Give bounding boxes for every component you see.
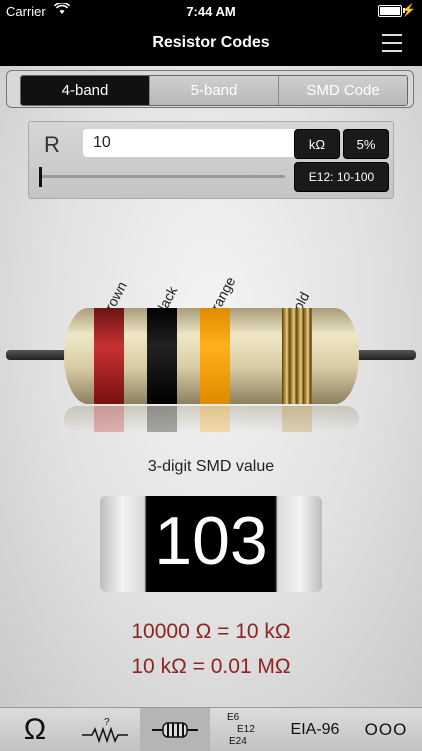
- unit-button[interactable]: kΩ: [294, 129, 340, 159]
- segment-5-band[interactable]: 5-band: [149, 76, 278, 105]
- color-band-1[interactable]: [94, 308, 124, 404]
- tab-resistor[interactable]: [140, 708, 210, 751]
- tab-ooo[interactable]: OOO: [350, 708, 422, 751]
- tab-bar: Ω ? E6 E12 E24 EIA-96 OOO: [0, 707, 422, 751]
- charging-bolt-icon: ⚡: [401, 3, 416, 17]
- conversion-line-2: 10 kΩ = 0.01 MΩ: [131, 655, 291, 678]
- tab-ohm[interactable]: Ω: [0, 708, 70, 751]
- series-button[interactable]: E12: 10-100: [294, 162, 389, 192]
- conversion-line-1: 10000 Ω = 10 kΩ: [131, 620, 291, 643]
- ohm-icon: Ω: [23, 712, 47, 746]
- smd-caption: 3-digit SMD value: [147, 458, 275, 475]
- smd-chip: 103: [100, 496, 322, 592]
- resistor-illustration: brown black orange gold: [0, 246, 422, 466]
- svg-text:?: ?: [104, 717, 110, 728]
- tab-unknown-resistor[interactable]: ?: [70, 708, 140, 751]
- segment-4-band[interactable]: 4-band: [21, 76, 149, 105]
- color-band-3[interactable]: [200, 308, 230, 404]
- e12-label: E12: [237, 723, 255, 735]
- status-bar: Carrier 7:44 AM ⚡: [0, 0, 422, 22]
- main-content: 4-band 5-band SMD Code R kΩ 5% E12: 10-1…: [0, 66, 422, 707]
- resistance-panel: R kΩ 5% E12: 10-100: [28, 121, 394, 199]
- mode-segmented-control: 4-band 5-band SMD Code: [6, 70, 414, 108]
- resistance-label: R: [44, 132, 60, 157]
- clock: 7:44 AM: [186, 4, 236, 19]
- unknown-resistor-icon: ?: [82, 717, 128, 743]
- resistor-icon: [152, 721, 198, 738]
- tolerance-button[interactable]: 5%: [343, 129, 389, 159]
- value-slider-track[interactable]: [39, 175, 285, 178]
- battery-icon: [378, 5, 402, 17]
- page-title: Resistor Codes: [152, 34, 270, 51]
- color-band-4[interactable]: [282, 308, 312, 404]
- tab-e-series[interactable]: E6 E12 E24: [210, 708, 280, 751]
- smd-code: 103: [154, 503, 268, 579]
- resistor-reflection: [64, 406, 359, 432]
- ooo-label: OOO: [364, 719, 408, 739]
- tab-eia-96[interactable]: EIA-96: [280, 708, 350, 751]
- segment-smd-code[interactable]: SMD Code: [278, 76, 407, 105]
- color-band-2[interactable]: [147, 308, 177, 404]
- e-series-icon: E6 E12 E24: [225, 710, 265, 750]
- hamburger-menu-icon[interactable]: [382, 34, 402, 52]
- navigation-bar: Resistor Codes: [0, 22, 422, 66]
- eia-96-label: EIA-96: [290, 720, 340, 738]
- e6-label: E6: [227, 711, 240, 723]
- resistor-body: [64, 308, 359, 404]
- value-slider-thumb[interactable]: [39, 167, 42, 187]
- resistance-input[interactable]: [83, 129, 303, 157]
- e24-label: E24: [229, 735, 247, 747]
